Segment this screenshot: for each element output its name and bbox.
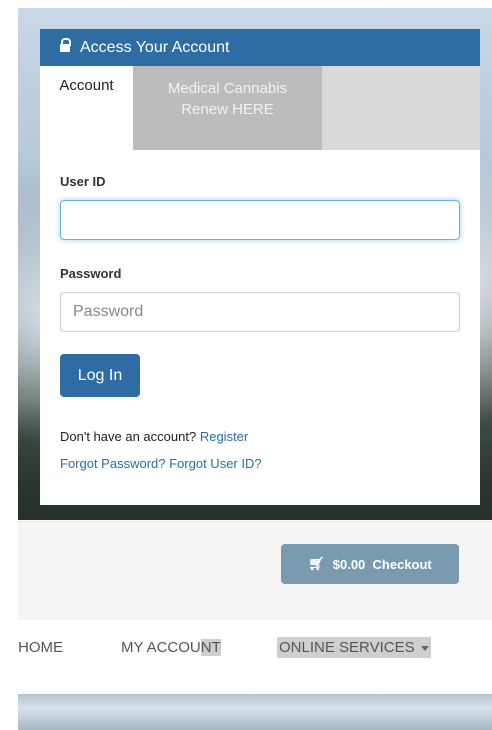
tab-medical-cannabis-line1: Medical Cannabis (167, 80, 288, 97)
nav-online-services[interactable]: ONLINE SERVICES (277, 637, 431, 658)
main-nav: HOME MY ACCOUNT ONLINE SERVICES (18, 620, 492, 692)
nav-online-services-label: ONLINE SERVICES (279, 639, 415, 656)
login-panel-header: Access Your Account (40, 29, 480, 66)
no-account-text: Don't have an account? Register (60, 429, 248, 444)
user-id-label: User ID (60, 174, 106, 189)
forgot-password-link[interactable]: Forgot Password? (60, 456, 166, 471)
nav-home[interactable]: HOME (18, 639, 63, 656)
tab-medical-cannabis[interactable]: Medical Cannabis Renew HERE (133, 66, 322, 150)
login-panel: Access Your Account Account Medical Cann… (40, 29, 480, 505)
nav-my-account-label-a: MY ACCOU (121, 639, 201, 656)
background-sky-image (18, 694, 492, 730)
tab-account[interactable]: Account (40, 66, 133, 150)
chevron-down-icon (420, 645, 429, 651)
login-button[interactable]: Log In (60, 354, 140, 397)
password-label: Password (60, 266, 122, 281)
forgot-userid-link[interactable]: Forgot User ID? (169, 456, 261, 471)
nav-my-account[interactable]: MY ACCOUNT (121, 639, 221, 656)
cart-icon: 🛒︎ (308, 556, 325, 571)
tab-bar-filler (322, 66, 480, 150)
password-input[interactable] (60, 292, 460, 332)
cart-amount: $0.00 (332, 556, 366, 572)
register-link[interactable]: Register (200, 429, 248, 444)
login-tabs: Account Medical Cannabis Renew HERE (40, 66, 480, 150)
tab-medical-cannabis-line2: Renew HERE (181, 101, 274, 118)
login-panel-title: Access Your Account (80, 38, 230, 56)
no-account-prompt: Don't have an account? (60, 429, 197, 444)
checkout-label: Checkout (372, 556, 432, 572)
user-id-input[interactable] (60, 200, 460, 240)
nav-my-account-label-b: NT (200, 639, 221, 656)
lock-icon (60, 38, 71, 54)
checkout-button[interactable]: 🛒︎ $0.00 Checkout (281, 544, 459, 584)
cart-bar: 🛒︎ $0.00 Checkout (18, 521, 492, 621)
forgot-links: Forgot Password? Forgot User ID? (60, 456, 262, 471)
